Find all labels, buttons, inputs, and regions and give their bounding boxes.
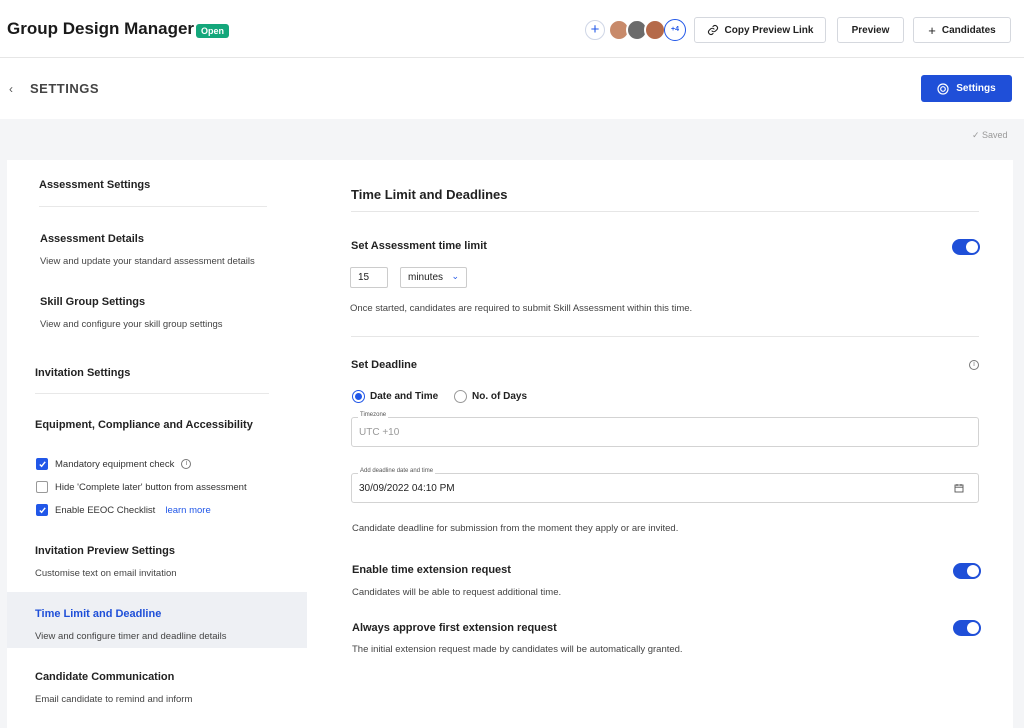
sidebar-section-assessment-settings[interactable]: Assessment Settings (39, 179, 150, 191)
settings-button[interactable]: Settings (921, 75, 1012, 102)
time-limit-toggle[interactable] (952, 239, 980, 255)
preview-button[interactable]: Preview (837, 17, 904, 43)
checkbox-checked[interactable] (36, 458, 48, 470)
target-icon (937, 82, 949, 95)
checkbox-unchecked[interactable] (36, 481, 48, 493)
info-icon[interactable]: i (181, 459, 192, 469)
checkbox-label: Enable EEOC Checklist (55, 504, 156, 516)
field-label: Add deadline date and time (358, 468, 436, 474)
time-limit-help: Once started, candidates are required to… (350, 303, 693, 314)
candidates-button[interactable]: + Candidates (913, 17, 1011, 43)
radio-date-time[interactable]: Date and Time (352, 390, 438, 403)
learn-more-link[interactable]: learn more (165, 505, 210, 516)
deadline-date-field[interactable]: Add deadline date and time 30/09/2022 04… (351, 468, 979, 503)
radio-unselected[interactable] (454, 390, 467, 403)
sidebar-item-time-limit[interactable]: Time Limit and Deadline (35, 608, 161, 620)
settings-subheader: ‹ SETTINGS Settings (0, 58, 1024, 119)
top-header: Group Design Manager Open + +4 Copy Prev… (0, 0, 1024, 58)
plus-icon: + (928, 22, 936, 38)
avatar[interactable] (644, 19, 666, 41)
radio-no-of-days[interactable]: No. of Days (454, 390, 527, 403)
sidebar-item-assessment-details[interactable]: Assessment Details (40, 233, 144, 245)
timezone-value: UTC +10 (359, 427, 400, 438)
copy-preview-link-button[interactable]: Copy Preview Link (694, 17, 826, 43)
time-limit-input[interactable]: 15 (350, 267, 388, 288)
extension-label: Enable time extension request (352, 564, 511, 576)
auto-approve-toggle[interactable] (953, 620, 981, 636)
sidebar-item-candidate-communication[interactable]: Candidate Communication (35, 671, 174, 683)
extension-toggle[interactable] (953, 563, 981, 579)
sidebar-item-description: View and configure your skill group sett… (40, 319, 223, 330)
more-collaborators-badge[interactable]: +4 (664, 19, 686, 41)
time-limit-panel: Time Limit and Deadlines Set Assessment … (307, 160, 1013, 728)
link-icon (707, 24, 718, 36)
back-chevron-icon[interactable]: ‹ (9, 82, 13, 96)
time-limit-label: Set Assessment time limit (351, 240, 487, 252)
info-icon[interactable]: i (969, 360, 979, 370)
radio-label: Date and Time (370, 391, 439, 402)
calendar-icon[interactable] (954, 483, 964, 493)
sidebar-item-description: Customise text on email invitation (35, 568, 177, 579)
radio-selected[interactable] (352, 390, 365, 403)
extension-desc: Candidates will be able to request addit… (352, 587, 562, 598)
status-badge: Open (196, 24, 230, 38)
checkbox-checked[interactable] (36, 504, 48, 516)
enable-eeoc-checkbox-row[interactable]: Enable EEOC Checklist learn more (36, 504, 211, 516)
divider (351, 336, 979, 337)
chevron-down-icon: ⌄ (451, 271, 459, 281)
checkbox-label: Mandatory equipment check (55, 458, 175, 470)
hide-complete-later-checkbox-row[interactable]: Hide 'Complete later' button from assess… (36, 481, 247, 493)
sidebar-item-description: Email candidate to remind and inform (35, 694, 193, 705)
deadline-label: Set Deadline (351, 359, 418, 371)
panel-title: Time Limit and Deadlines (351, 187, 508, 202)
divider (351, 211, 979, 212)
sidebar-item-invitation-preview[interactable]: Invitation Preview Settings (35, 545, 175, 557)
page-title: Group Design Manager (7, 19, 195, 38)
mandatory-equipment-checkbox-row[interactable]: Mandatory equipment check i (36, 458, 192, 470)
time-unit-value: minutes (408, 272, 444, 283)
field-label: Timezone (358, 412, 389, 418)
settings-heading: SETTINGS (30, 81, 100, 96)
sidebar-item-description: View and update your standard assessment… (40, 256, 255, 267)
candidates-label: Candidates (941, 24, 996, 36)
divider (35, 393, 269, 394)
time-unit-select[interactable]: minutes ⌄ (400, 267, 467, 288)
add-collaborator-button[interactable]: + (585, 20, 605, 40)
divider (39, 206, 267, 207)
sidebar-section-invitation-settings[interactable]: Invitation Settings (35, 367, 130, 379)
saved-indicator: ✓ Saved (972, 130, 1008, 140)
auto-approve-label: Always approve first extension request (352, 622, 557, 634)
settings-sidebar: Assessment Settings Assessment Details V… (7, 160, 307, 728)
deadline-help: Candidate deadline for submission from t… (352, 523, 679, 534)
radio-label: No. of Days (472, 391, 528, 402)
sidebar-item-skill-group-settings[interactable]: Skill Group Settings (40, 296, 145, 308)
sidebar-item-equipment-compliance[interactable]: Equipment, Compliance and Accessibility (35, 419, 253, 431)
timezone-field[interactable]: Timezone UTC +10 (351, 412, 979, 447)
checkbox-label: Hide 'Complete later' button from assess… (55, 481, 247, 493)
preview-label: Preview (851, 24, 890, 36)
auto-approve-desc: The initial extension request made by ca… (352, 644, 683, 655)
settings-button-label: Settings (956, 83, 996, 94)
deadline-date-value: 30/09/2022 04:10 PM (359, 483, 455, 494)
copy-preview-link-label: Copy Preview Link (724, 24, 814, 36)
sidebar-item-description: View and configure timer and deadline de… (35, 631, 227, 642)
